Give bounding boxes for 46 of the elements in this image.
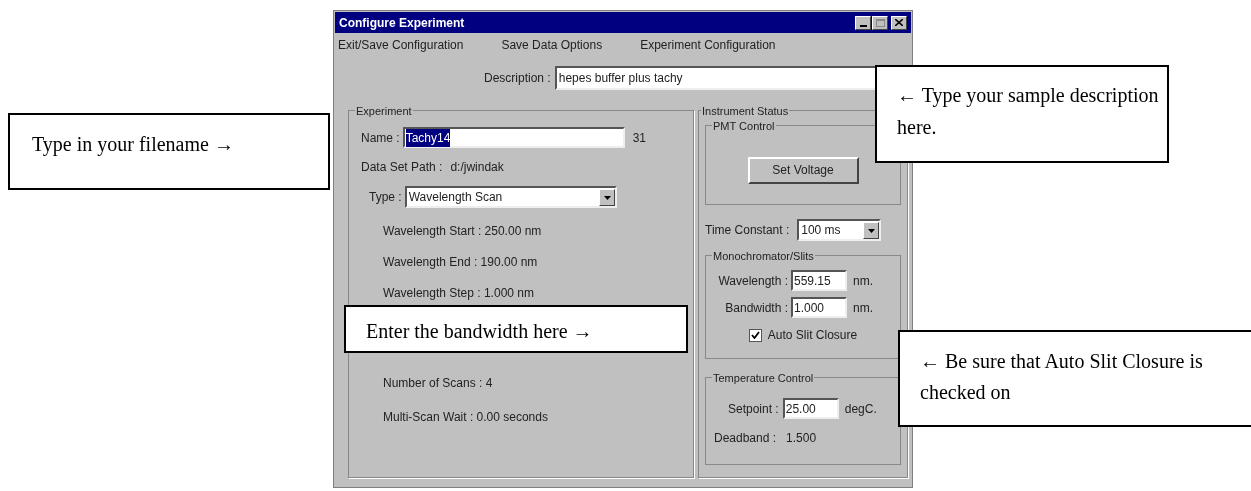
name-field[interactable]: Tachy14 <box>402 127 625 148</box>
checkmark-icon <box>750 331 760 339</box>
type-dropdown[interactable]: Wavelength Scan <box>404 186 617 208</box>
time-constant-dropdown[interactable]: 100 ms <box>797 219 882 241</box>
value-field[interactable]: 1.000 <box>791 297 847 318</box>
time-constant-label: Time Constant : <box>705 222 790 239</box>
callout-note: Enter the bandwidth here → <box>344 305 688 353</box>
type-label: Type : <box>369 189 402 206</box>
maximize-button[interactable] <box>872 15 888 30</box>
parameter-text: Wavelength Start : 250.00 nm <box>383 223 543 240</box>
value-field[interactable]: 559.15 <box>791 270 847 291</box>
setpoint-field[interactable]: 25.00 <box>782 398 839 419</box>
callout-note: ← Type your sample description here. <box>875 65 1169 163</box>
menu-item[interactable]: Save Data Options <box>501 36 603 54</box>
description-label: Description : <box>484 70 551 87</box>
field-label: Bandwidth : <box>724 299 788 317</box>
callout-note: ← Be sure that Auto Slit Closure is checked on <box>898 330 1251 427</box>
setpoint-label: Setpoint : <box>728 400 779 418</box>
close-icon <box>895 19 903 26</box>
close-button[interactable] <box>891 15 907 30</box>
description-field[interactable]: hepes buffer plus tachy <box>554 66 877 90</box>
maximize-icon <box>875 18 885 27</box>
minimize-icon <box>859 24 867 27</box>
parameter-text: Wavelength Step : 1.000 nm <box>383 285 535 302</box>
deadband-value: 1.500 <box>786 430 817 447</box>
parameter-text: Number of Scans : 4 <box>383 375 494 392</box>
path-label: Data Set Path : <box>361 159 443 176</box>
unit-label: nm. <box>853 299 873 317</box>
minimize-button[interactable] <box>855 15 871 30</box>
unit-label: nm. <box>853 272 873 290</box>
path-value: d:/jwindak <box>450 159 504 176</box>
deadband-label: Deadband : <box>714 430 777 447</box>
parameter-text: Multi-Scan Wait : 0.00 seconds <box>383 409 549 426</box>
set-voltage-button[interactable]: Set Voltage <box>747 156 859 184</box>
character-count: 31 <box>632 129 647 147</box>
unit-label: degC. <box>844 400 877 418</box>
menu-item[interactable]: Experiment Configuration <box>640 36 776 54</box>
parameter-text: Wavelength End : 190.00 nm <box>383 254 539 271</box>
name-value: Tachy14 <box>405 128 451 147</box>
auto-slit-checkbox[interactable] <box>748 328 762 342</box>
callout-note: Type in your filename → <box>8 113 330 190</box>
name-label: Name : <box>361 129 400 147</box>
menu-item[interactable]: Exit/Save Configuration <box>338 36 464 54</box>
field-label: Wavelength : <box>717 272 788 290</box>
window-title: Configure Experiment <box>339 14 465 32</box>
checkbox-label: Auto Slit Closure <box>767 327 858 344</box>
